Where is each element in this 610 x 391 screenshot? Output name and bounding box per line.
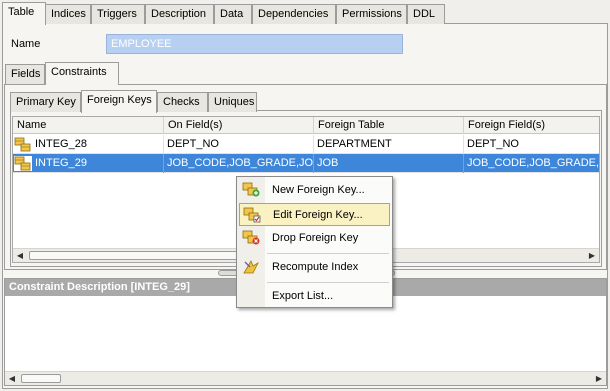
drop-foreign-key-icon <box>242 230 260 245</box>
name-label: Name <box>11 38 41 50</box>
scroll-left-icon[interactable]: ◀ <box>13 249 27 262</box>
table-row[interactable]: INTEG_29 JOB_CODE,JOB_GRADE,JOB_COUNTRY … <box>13 154 599 173</box>
scroll-left-icon[interactable]: ◀ <box>5 372 19 385</box>
cell-foreign-table: JOB <box>314 154 464 173</box>
column-header-foreign-table[interactable]: Foreign Table <box>314 117 464 134</box>
menu-item-export-list[interactable]: Export List... <box>239 285 390 308</box>
tab-permissions[interactable]: Permissions <box>336 4 407 24</box>
tab-ddl[interactable]: DDL <box>407 4 445 24</box>
tab-indices[interactable]: Indices <box>45 4 91 24</box>
tab-fields[interactable]: Fields <box>5 64 45 84</box>
foreign-key-icon <box>14 137 31 152</box>
tab-triggers[interactable]: Triggers <box>91 4 145 24</box>
menu-item-drop-foreign-key[interactable]: Drop Foreign Key <box>239 227 390 250</box>
menu-item-edit-foreign-key[interactable]: Edit Foreign Key... <box>239 203 390 226</box>
tab-constraints[interactable]: Constraints <box>45 62 119 85</box>
cell-on-fields: JOB_CODE,JOB_GRADE,JOB_COUNTRY <box>164 154 314 173</box>
cell-foreign-fields: JOB_CODE,JOB_GRADE,JOB_COUNTRY <box>467 157 600 169</box>
tab-checks[interactable]: Checks <box>157 92 208 112</box>
column-header-name[interactable]: Name <box>13 117 164 134</box>
cell-foreign-table: DEPARTMENT <box>314 135 464 154</box>
column-header-on-fields[interactable]: On Field(s) <box>164 117 314 134</box>
cell-on-fields: DEPT_NO <box>164 135 314 154</box>
tab-data[interactable]: Data <box>214 4 252 24</box>
table-name-input[interactable] <box>106 34 403 54</box>
menu-item-new-foreign-key[interactable]: New Foreign Key... <box>239 179 390 202</box>
context-menu: New Foreign Key... Edit Foreign Key... D… <box>236 176 393 308</box>
cell-foreign-fields: DEPT_NO <box>467 138 519 150</box>
scroll-right-icon[interactable]: ▶ <box>585 249 599 262</box>
cell-name: INTEG_29 <box>32 154 164 173</box>
tab-dependencies[interactable]: Dependencies <box>252 4 336 24</box>
tab-primary-key[interactable]: Primary Key <box>10 92 81 112</box>
scroll-right-icon[interactable]: ▶ <box>592 372 606 385</box>
table-row[interactable]: INTEG_28 DEPT_NO DEPARTMENT DEPT_NO <box>13 135 599 154</box>
description-horizontal-scrollbar[interactable]: ◀ ▶ <box>5 371 606 385</box>
recompute-index-icon <box>243 260 259 274</box>
tab-foreign-keys[interactable]: Foreign Keys <box>81 90 157 113</box>
menu-item-recompute-index[interactable]: Recompute Index <box>239 256 390 279</box>
menu-separator <box>267 282 389 283</box>
scroll-thumb[interactable] <box>21 374 61 383</box>
grid-header: Name On Field(s) Foreign Table Foreign F… <box>13 117 599 134</box>
cell-name: INTEG_28 <box>32 135 164 154</box>
tab-description[interactable]: Description <box>145 4 214 24</box>
column-header-foreign-fields[interactable]: Foreign Field(s) <box>464 117 599 134</box>
menu-separator <box>267 253 389 254</box>
foreign-key-icon <box>14 156 32 171</box>
tab-uniques[interactable]: Uniques <box>208 92 257 112</box>
new-foreign-key-icon <box>242 182 260 197</box>
tab-table[interactable]: Table <box>2 2 46 25</box>
edit-foreign-key-icon <box>243 207 261 223</box>
